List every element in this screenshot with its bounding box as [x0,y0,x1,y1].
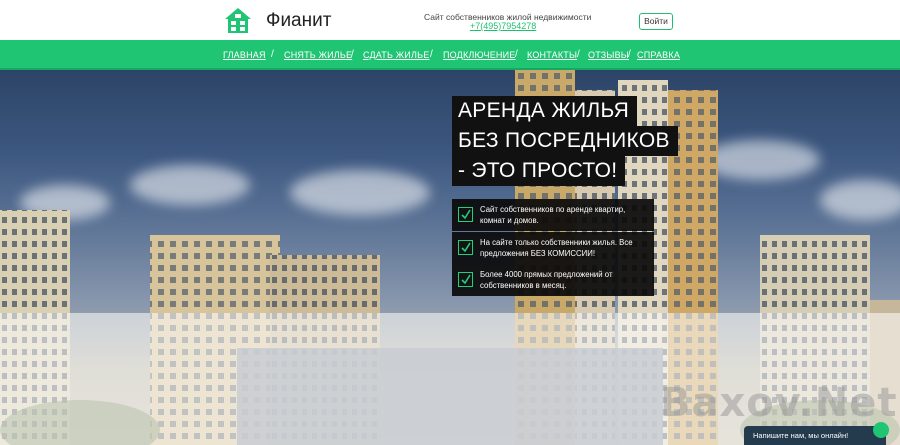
checkmark-icon [458,272,473,287]
headline-line-1: АРЕНДА ЖИЛЬЯ [452,96,638,126]
nav-separator: / [628,49,631,60]
site-header: Фианит Сайт собственников жилой недвижим… [0,0,900,40]
nav-item-connect[interactable]: ПОДКЛЮЧЕНИЕ [443,50,515,60]
brand-name[interactable]: Фианит [266,10,331,32]
checkmark-icon [458,240,473,255]
nav-item-rent[interactable]: СНЯТЬ ЖИЛЬЕ [284,50,352,60]
nav-separator: / [271,49,274,60]
headline-line-3: - ЭТО ПРОСТО! [452,156,626,186]
login-button[interactable]: Войти [639,13,673,30]
feature-item: Более 4000 прямых предложений от собстве… [452,264,654,296]
headline-line-2: БЕЗ ПОСРЕДНИКОВ [452,126,678,156]
content-placeholder [237,348,663,445]
nav-item-contacts[interactable]: КОНТАКТЫ [527,50,577,60]
nav-item-help[interactable]: СПРАВКА [637,50,680,60]
nav-separator: / [430,49,433,60]
chat-status-icon [873,422,889,438]
watermark: Baxov.Net [660,380,898,426]
feature-item: Сайт собственников по аренде квартир, ко… [452,199,654,231]
nav-item-let[interactable]: СДАТЬ ЖИЛЬЕ [363,50,429,60]
chat-label[interactable]: Напишите нам, мы онлайн! [753,431,848,440]
house-logo-icon[interactable] [224,7,252,34]
feature-text: Сайт собственников по аренде квартир, ко… [480,205,626,225]
feature-text: Более 4000 прямых предложений от собстве… [480,270,613,290]
checkmark-icon [458,207,473,222]
chat-widget[interactable]: Напишите нам, мы онлайн! [744,422,889,445]
nav-item-reviews[interactable]: ОТЗЫВЫ [588,50,629,60]
feature-item: На сайте только собственники жилья. Все … [452,232,654,264]
nav-separator: / [351,49,354,60]
phone-link[interactable]: +7(495)7954278 [470,21,536,31]
main-nav: ГЛАВНАЯ / СНЯТЬ ЖИЛЬЕ / СДАТЬ ЖИЛЬЕ / ПО… [0,40,900,70]
feature-text: На сайте только собственники жилья. Все … [480,238,633,258]
nav-separator: / [515,49,518,60]
nav-separator: / [577,49,580,60]
nav-item-home[interactable]: ГЛАВНАЯ [223,50,266,60]
